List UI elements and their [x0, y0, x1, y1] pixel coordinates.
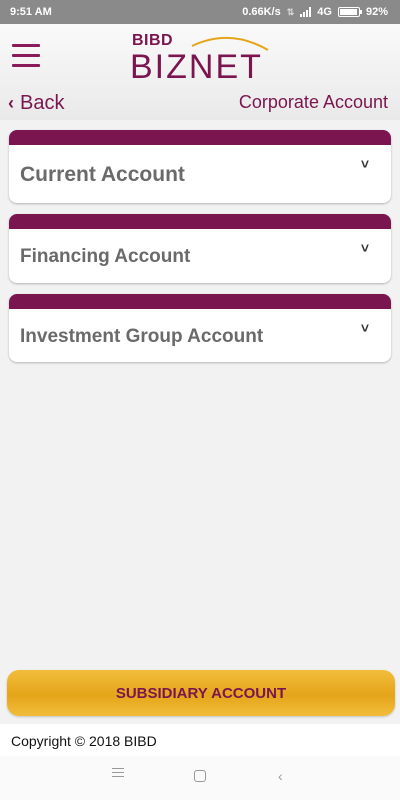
back-label: Back: [20, 92, 65, 114]
system-nav-bar: ‹: [0, 756, 400, 800]
account-card-label: Investment Group Account: [20, 326, 264, 347]
card-header-bar: [9, 294, 391, 309]
battery-icon: [337, 7, 362, 17]
status-bar: 9:51 AM 0.66K/s ⇅ 4G 92%: [0, 0, 400, 24]
page-title: Corporate Account: [238, 92, 388, 112]
account-list: Current Account ˅ Financing Account ˅ In…: [9, 130, 391, 373]
hamburger-menu-icon[interactable]: [12, 44, 40, 68]
chevron-left-icon: ‹: [8, 93, 14, 113]
data-transfer-icon: ⇅: [286, 6, 295, 17]
account-card-label: Financing Account: [20, 246, 191, 267]
signal-icon: [300, 7, 312, 17]
recent-apps-icon[interactable]: [112, 768, 124, 780]
network-speed: 0.66K/s: [242, 6, 281, 18]
system-back-icon[interactable]: ‹: [278, 768, 283, 784]
logo-big-text: BIZNET: [130, 48, 263, 86]
network-type: 4G: [317, 6, 332, 18]
chevron-down-icon[interactable]: ˅: [361, 320, 369, 336]
account-card-current[interactable]: Current Account ˅: [9, 130, 391, 203]
home-icon[interactable]: [194, 770, 206, 782]
battery-percent: 92%: [365, 6, 388, 18]
status-time: 9:51 AM: [10, 6, 52, 18]
copyright-footer: Copyright © 2018 BIBD: [0, 724, 400, 756]
card-header-bar: [9, 214, 391, 229]
bibd-biznet-logo: BIBD BIZNET: [130, 30, 275, 90]
account-card-label: Current Account: [20, 163, 185, 186]
account-card-investment-group[interactable]: Investment Group Account ˅: [9, 294, 391, 362]
chevron-down-icon[interactable]: ˅: [361, 156, 369, 172]
card-header-bar: [9, 130, 391, 145]
chevron-down-icon[interactable]: ˅: [361, 240, 369, 256]
app-header: BIBD BIZNET ‹ Back Corporate Account: [0, 24, 400, 120]
account-card-financing[interactable]: Financing Account ˅: [9, 214, 391, 283]
back-button[interactable]: ‹ Back: [8, 92, 64, 115]
status-icons: 0.66K/s ⇅ 4G 92%: [242, 6, 388, 18]
subsidiary-account-button[interactable]: SUBSIDIARY ACCOUNT: [7, 670, 395, 716]
